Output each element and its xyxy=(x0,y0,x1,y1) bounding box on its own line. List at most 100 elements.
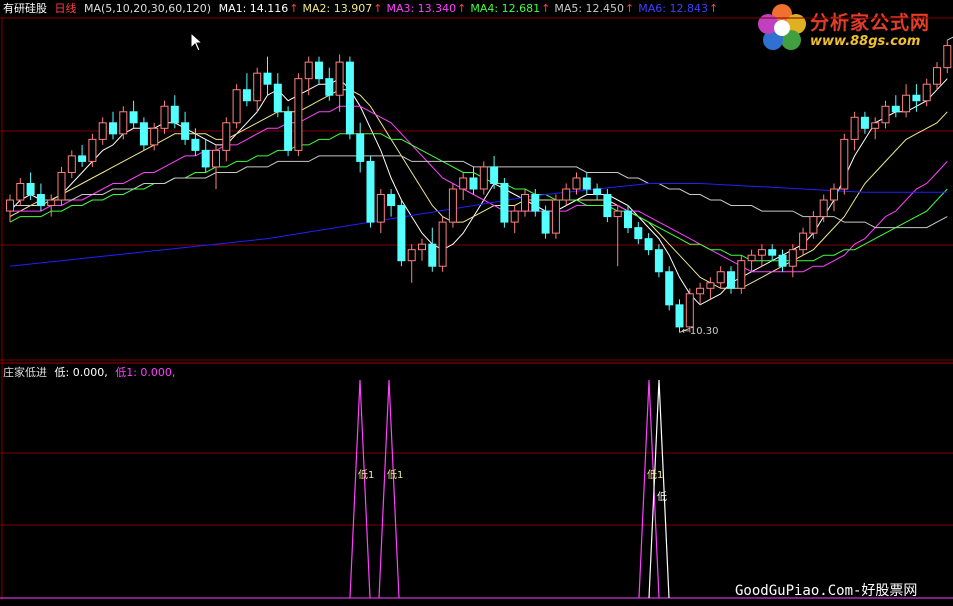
indicator-peak-label: 低1 xyxy=(358,470,375,481)
candle-body xyxy=(654,249,663,273)
candle-body xyxy=(469,177,478,190)
candle-body xyxy=(139,122,148,146)
candle-body xyxy=(418,243,426,251)
candle-body xyxy=(727,271,735,289)
candle-body xyxy=(170,105,179,124)
candle-body xyxy=(840,138,849,190)
candle-body xyxy=(67,155,76,173)
candle-body xyxy=(634,227,643,240)
candle-body xyxy=(521,194,529,212)
candle-body xyxy=(273,83,282,113)
candle-body xyxy=(57,171,66,201)
candle-body xyxy=(88,138,97,162)
candle-body xyxy=(387,194,396,207)
candle-body xyxy=(160,105,169,129)
candle-body xyxy=(850,116,859,140)
indicator-low1-peak xyxy=(349,379,371,599)
candle-body xyxy=(582,177,591,190)
candle-body xyxy=(933,67,941,85)
candle-body xyxy=(510,210,519,223)
candle-body xyxy=(335,61,344,96)
candle-body xyxy=(78,155,87,162)
candle-body xyxy=(438,221,447,267)
ma-line-ma5 xyxy=(10,155,948,229)
candle-body xyxy=(572,177,581,190)
candle-body xyxy=(778,254,787,267)
candle-body xyxy=(253,72,262,102)
candle-body xyxy=(459,177,468,190)
candle-body xyxy=(6,199,14,212)
ma-line-ma1 xyxy=(9,78,948,306)
candle-body xyxy=(36,194,45,207)
candle-body xyxy=(16,182,25,201)
candle-body xyxy=(881,105,890,124)
candle-body xyxy=(407,249,416,262)
candle-body xyxy=(922,83,931,102)
candle-body xyxy=(376,194,385,223)
candle-body xyxy=(644,238,653,251)
candle-body xyxy=(891,105,900,113)
candle-body xyxy=(531,194,540,212)
candle-body xyxy=(315,61,323,80)
candle-body xyxy=(902,94,911,113)
indicator-low1-peak xyxy=(378,379,400,599)
candle-body xyxy=(366,160,375,223)
low-price-marker: ←10.30 xyxy=(681,326,719,338)
candle-body xyxy=(98,122,107,140)
candle-body xyxy=(294,78,303,151)
candle-body xyxy=(685,293,694,328)
candle-body xyxy=(242,89,251,102)
candle-body xyxy=(551,199,560,234)
price-chart[interactable] xyxy=(0,0,953,606)
indicator-peak-label: 低1 xyxy=(647,470,664,481)
candle-body xyxy=(696,287,705,295)
candle-body xyxy=(129,111,138,124)
candle-body xyxy=(706,282,715,289)
candle-body xyxy=(428,243,437,267)
candle-body xyxy=(232,89,241,124)
indicator-peak-label: 低 xyxy=(657,492,667,503)
candle-body xyxy=(799,232,808,251)
candle-body xyxy=(809,216,818,234)
candle-body xyxy=(757,249,766,256)
candle-body xyxy=(788,249,797,267)
candle-body xyxy=(222,122,231,151)
candle-body xyxy=(675,304,684,328)
candle-body xyxy=(397,205,406,262)
candle-body xyxy=(768,249,777,256)
candle-body xyxy=(490,166,499,184)
candle-body xyxy=(201,149,210,168)
candle-body xyxy=(500,182,509,223)
candle-body xyxy=(181,122,190,140)
candle-body xyxy=(26,182,35,196)
candle-body xyxy=(284,111,293,151)
candle-body xyxy=(448,188,457,223)
high-marker-line xyxy=(947,36,953,41)
candle-body xyxy=(665,271,674,306)
candle-body xyxy=(613,210,622,218)
candle-body xyxy=(119,111,128,135)
candle-body xyxy=(912,94,921,102)
candle-body xyxy=(737,260,746,289)
watermark: GoodGuPiao.Com-好股票网 xyxy=(735,583,918,599)
candle-body xyxy=(871,122,880,129)
candle-body xyxy=(593,188,602,196)
candle-body xyxy=(325,78,334,96)
indicator-low1-peak xyxy=(638,379,660,599)
candle-body xyxy=(624,210,632,229)
candle-body xyxy=(860,116,869,129)
candle-body xyxy=(716,271,725,284)
candle-body xyxy=(819,199,828,218)
indicator-peak-label: 低1 xyxy=(387,470,404,481)
candle-body xyxy=(943,45,952,69)
candle-body xyxy=(47,199,56,207)
candle-body xyxy=(562,188,571,201)
candle-body xyxy=(263,72,272,85)
candle-body xyxy=(830,188,838,201)
candle-body xyxy=(603,194,612,218)
candle-body xyxy=(345,61,354,135)
candle-body xyxy=(747,254,756,262)
candle-body xyxy=(356,133,365,162)
candle-body xyxy=(304,61,313,80)
candle-body xyxy=(479,166,488,190)
